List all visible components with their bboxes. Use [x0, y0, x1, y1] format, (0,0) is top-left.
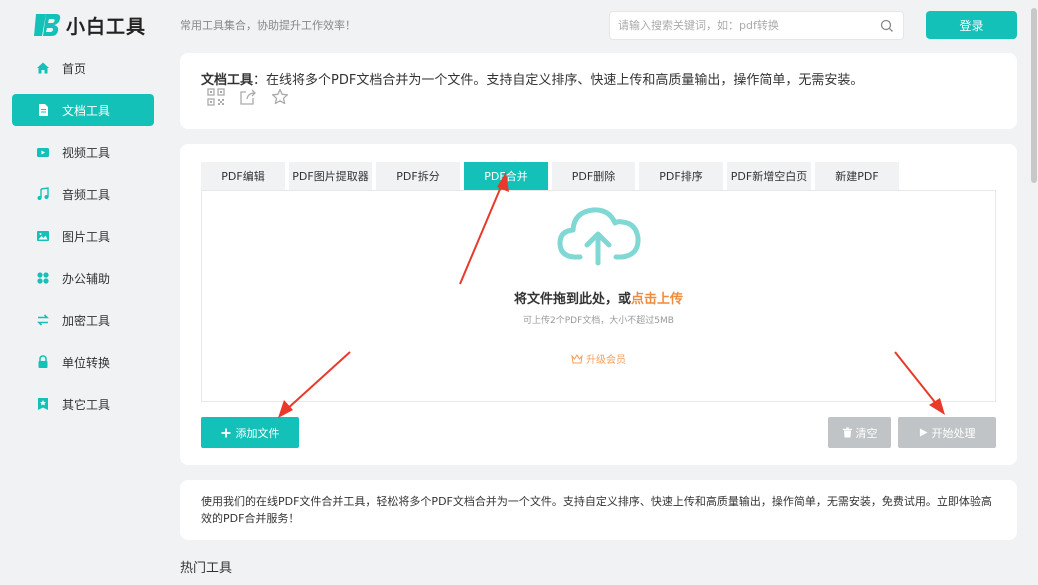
star-badge-icon [36, 397, 50, 411]
video-icon [36, 145, 50, 159]
sidebar-item-audio-tools[interactable]: 音频工具 [12, 178, 154, 210]
search-box [609, 11, 904, 40]
tab-pdf-add-blank-page[interactable]: PDF新增空白页 [727, 162, 811, 190]
sidebar-item-label: 其它工具 [62, 397, 111, 412]
sidebar-item-home[interactable]: 首页 [12, 52, 154, 84]
page-scrollbar[interactable] [1030, 0, 1038, 585]
sidebar-item-label: 图片工具 [62, 229, 111, 244]
tab-pdf-image-extractor[interactable]: PDF图片提取器 [289, 162, 372, 190]
login-button[interactable]: 登录 [926, 11, 1017, 39]
sidebar-item-other-tools[interactable]: 其它工具 [12, 388, 154, 420]
tab-pdf-delete[interactable]: PDF删除 [552, 162, 635, 190]
document-icon [36, 103, 50, 117]
intro-description: 文档工具：在线将多个PDF文档合并为一个文件。支持自定义排序、快速上传和高质量输… [201, 69, 863, 88]
upgrade-member-label: 升级会员 [586, 355, 626, 366]
scrollbar-thumb[interactable] [1031, 8, 1037, 183]
music-icon [36, 187, 50, 201]
search-icon[interactable] [879, 18, 895, 34]
tab-pdf-sort[interactable]: PDF排序 [639, 162, 723, 190]
sidebar-item-document-tools[interactable]: 文档工具 [12, 94, 154, 126]
upload-dropzone[interactable]: 将文件拖到此处，或点击上传 可上传2个PDF文档，大小不超过5MB 升级会员 [201, 190, 996, 402]
description-card: 使用我们的在线PDF文件合并工具，轻松将多个PDF文档合并为一个文件。支持自定义… [180, 480, 1017, 540]
tool-description: 使用我们的在线PDF文件合并工具，轻松将多个PDF文档合并为一个文件。支持自定义… [201, 495, 992, 525]
sidebar-item-label: 视频工具 [62, 145, 111, 160]
sidebar-item-label: 首页 [62, 61, 87, 76]
sidebar-item-label: 办公辅助 [62, 271, 111, 286]
lock-icon [36, 355, 50, 369]
start-processing-button[interactable]: 开始处理 [898, 417, 996, 448]
header: 小白工具 常用工具集合，协助提升工作效率！ 登录 [0, 0, 1038, 50]
intro-card: 文档工具：在线将多个PDF文档合并为一个文件。支持自定义排序、快速上传和高质量输… [180, 53, 1017, 129]
share-icon[interactable] [239, 88, 257, 106]
start-label: 开始处理 [931, 426, 976, 440]
sidebar-item-encryption-tools[interactable]: 加密工具 [12, 304, 154, 336]
trash-icon [842, 427, 852, 438]
tab-new-pdf[interactable]: 新建PDF [815, 162, 899, 190]
image-icon [36, 229, 50, 243]
tool-tabs: PDF编辑 PDF图片提取器 PDF拆分 PDF合并 PDF删除 PDF排序 P… [201, 162, 903, 190]
clear-button[interactable]: 清空 [828, 417, 891, 448]
intro-actions [207, 88, 303, 106]
home-icon [36, 61, 50, 75]
swap-icon [36, 313, 50, 327]
tool-card: PDF编辑 PDF图片提取器 PDF拆分 PDF合并 PDF删除 PDF排序 P… [180, 144, 1017, 465]
sidebar-item-label: 单位转换 [62, 355, 111, 370]
upgrade-member-link[interactable]: 升级会员 [202, 351, 995, 366]
clear-label: 清空 [855, 426, 878, 440]
search-input[interactable] [610, 12, 860, 39]
hot-tools-heading: 热门工具 [180, 561, 233, 576]
slogan: 常用工具集合，协助提升工作效率！ [180, 19, 356, 32]
intro-text: ：在线将多个PDF文档合并为一个文件。支持自定义排序、快速上传和高质量输出，操作… [253, 73, 864, 88]
sidebar-item-label: 加密工具 [62, 313, 111, 328]
cloud-upload-icon [557, 207, 641, 266]
sidebar-item-label: 文档工具 [62, 103, 111, 118]
dropzone-title: 将文件拖到此处，或点击上传 [202, 288, 995, 307]
tab-pdf-merge[interactable]: PDF合并 [464, 162, 548, 190]
logo-icon [34, 14, 61, 36]
tab-pdf-split[interactable]: PDF拆分 [376, 162, 460, 190]
logo[interactable]: 小白工具 [32, 10, 146, 40]
sidebar: 首页 文档工具 视频工具 音频工具 图片工具 办公辅助 加密工具 单位转换 其它… [12, 52, 154, 430]
plus-icon [221, 428, 230, 437]
add-file-label: 添加文件 [235, 426, 280, 440]
play-icon [919, 428, 928, 437]
favorite-star-icon[interactable] [271, 88, 289, 106]
sidebar-item-video-tools[interactable]: 视频工具 [12, 136, 154, 168]
sidebar-item-unit-conversion[interactable]: 单位转换 [12, 346, 154, 378]
click-upload-link[interactable]: 点击上传 [631, 292, 683, 307]
dropzone-title-prefix: 将文件拖到此处，或 [513, 292, 631, 307]
crown-icon [571, 354, 583, 364]
add-file-button[interactable]: 添加文件 [201, 417, 299, 448]
dropzone-subtitle: 可上传2个PDF文档，大小不超过5MB [523, 316, 674, 326]
grid-icon [36, 271, 50, 285]
sidebar-item-office-tools[interactable]: 办公辅助 [12, 262, 154, 294]
intro-title: 文档工具 [201, 73, 254, 88]
logo-text: 小白工具 [66, 15, 147, 38]
sidebar-item-label: 音频工具 [62, 187, 111, 202]
tab-pdf-edit[interactable]: PDF编辑 [201, 162, 285, 190]
qrcode-icon[interactable] [207, 88, 225, 106]
sidebar-item-image-tools[interactable]: 图片工具 [12, 220, 154, 252]
